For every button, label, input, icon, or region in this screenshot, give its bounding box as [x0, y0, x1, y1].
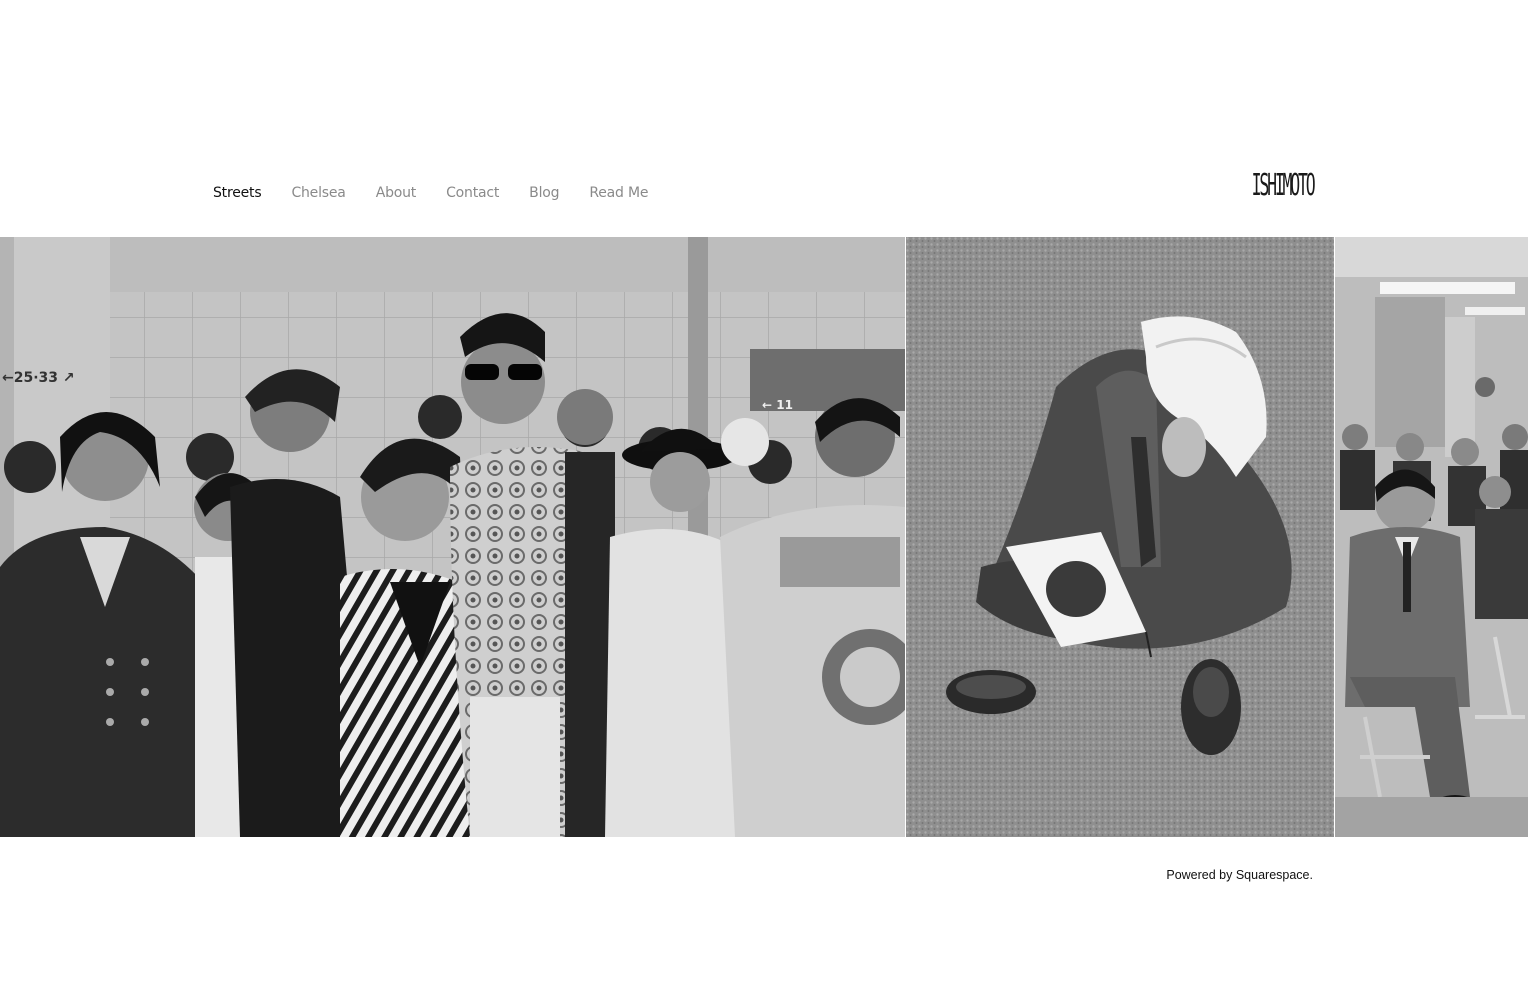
image-gallery: ←25·33 ↗ ← 11 — [0, 237, 1528, 837]
scene-sign-right: ← 11 — [762, 398, 793, 412]
main-nav: Streets Chelsea About Contact Blog Read … — [213, 185, 648, 201]
squarespace-link[interactable]: Squarespace — [1236, 868, 1310, 882]
site-header: Streets Chelsea About Contact Blog Read … — [213, 165, 1315, 209]
seated-men-photo-icon — [1335, 237, 1528, 837]
page: Streets Chelsea About Contact Blog Read … — [0, 0, 1528, 990]
man-with-flag-photo-icon — [906, 237, 1334, 837]
powered-by-prefix: Powered by — [1166, 868, 1236, 882]
gallery-slide-man-with-flag[interactable] — [906, 237, 1334, 837]
nav-item-streets[interactable]: Streets — [213, 185, 262, 201]
powered-by-suffix: . — [1309, 868, 1313, 882]
nav-item-contact[interactable]: Contact — [446, 185, 499, 201]
gallery-slide-seated-men[interactable] — [1335, 237, 1528, 837]
nav-item-blog[interactable]: Blog — [529, 185, 559, 201]
gallery-slide-street-crowd[interactable]: ←25·33 ↗ ← 11 — [0, 237, 905, 837]
site-logo[interactable]: ISHIMOTO — [1251, 170, 1315, 202]
nav-item-read-me[interactable]: Read Me — [589, 185, 648, 201]
site-footer: Powered by Squarespace. — [1166, 868, 1313, 882]
street-crowd-photo-icon: ←25·33 ↗ ← 11 — [0, 237, 905, 837]
scene-sign-left: ←25·33 ↗ — [2, 370, 75, 386]
nav-item-chelsea[interactable]: Chelsea — [291, 185, 345, 201]
nav-item-about[interactable]: About — [376, 185, 417, 201]
